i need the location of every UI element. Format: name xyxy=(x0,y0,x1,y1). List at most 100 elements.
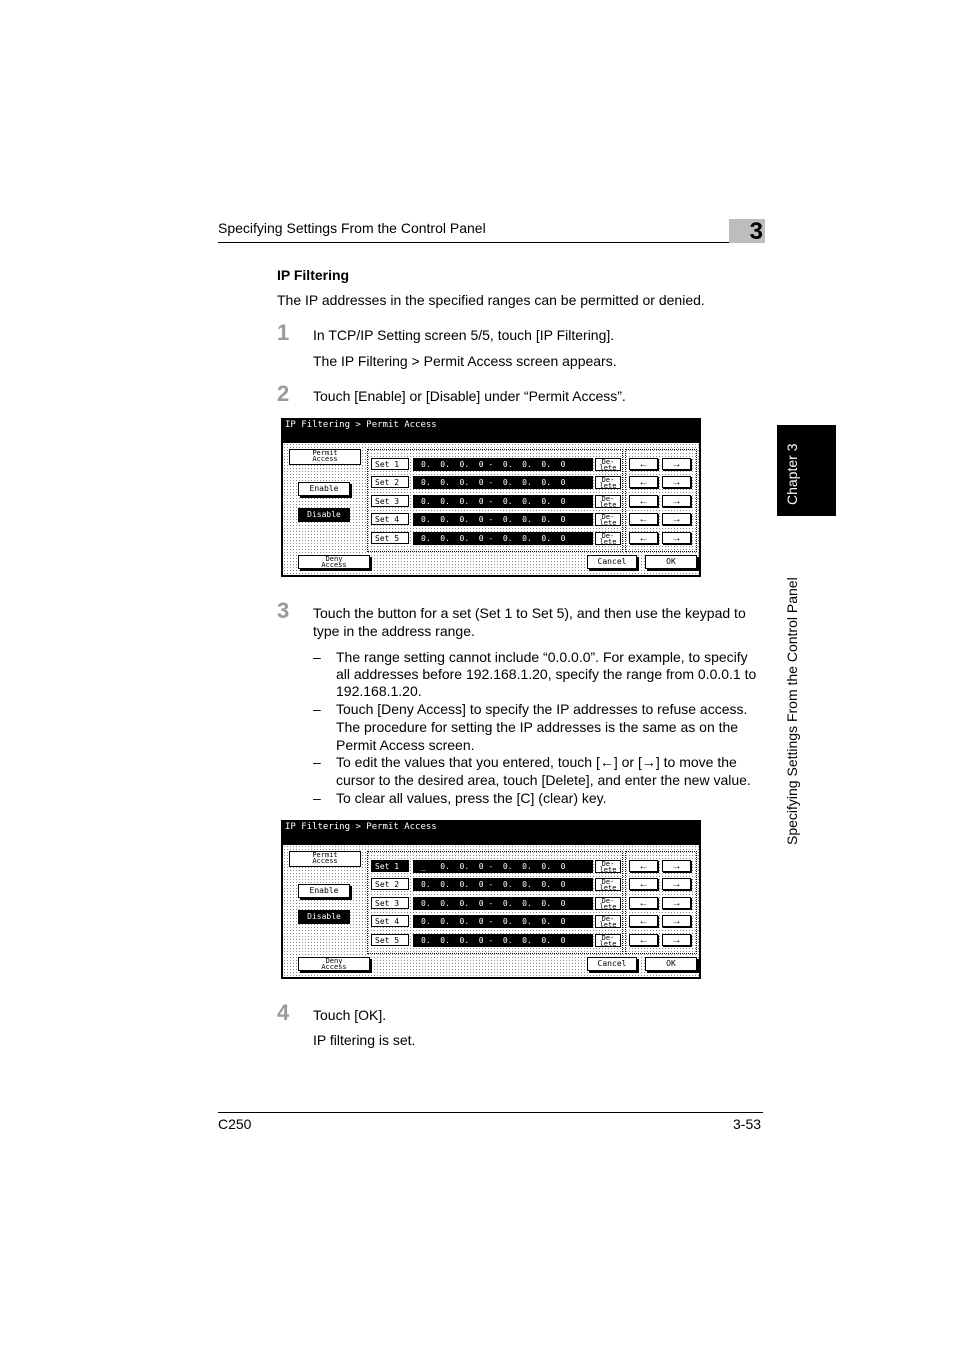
set-button[interactable]: Set 4 xyxy=(371,915,409,927)
arrow-pair: ← → xyxy=(629,934,691,947)
delete-button[interactable]: De-lete xyxy=(595,532,621,546)
arrow-pair: ← → xyxy=(629,532,691,545)
right-arrow-icon[interactable]: → xyxy=(662,495,691,507)
delete-l2: lete xyxy=(599,940,617,948)
set-button[interactable]: Set 3 xyxy=(371,495,409,507)
left-arrow-icon[interactable]: ← xyxy=(629,513,658,525)
step-text: Touch [Enable] or [Disable] under “Permi… xyxy=(313,388,626,404)
disable-button[interactable]: Disable xyxy=(298,910,350,924)
delete-button[interactable]: De-lete xyxy=(595,934,621,948)
cancel-button[interactable]: Cancel xyxy=(587,957,637,971)
address-range: 0. 0. 0. 0 - 0. 0. 0. 0 xyxy=(413,878,593,891)
left-arrow-icon[interactable]: ← xyxy=(629,458,658,470)
set-button[interactable]: Set 5 xyxy=(371,532,409,544)
delete-button[interactable]: De-lete xyxy=(595,476,621,490)
set-button[interactable]: Set 4 xyxy=(371,513,409,525)
address-range: 0. 0. 0. 0 - 0. 0. 0. 0 xyxy=(413,513,593,526)
deny-l2: Access xyxy=(321,561,347,569)
left-arrow-icon[interactable]: ← xyxy=(629,495,658,507)
right-arrow-icon[interactable]: → xyxy=(662,860,691,872)
step-result: IP filtering is set. xyxy=(313,1032,416,1048)
delete-button[interactable]: De-lete xyxy=(595,495,621,509)
running-header: Specifying Settings From the Control Pan… xyxy=(218,220,486,236)
left-arrow-icon[interactable]: ← xyxy=(629,878,658,890)
set-button[interactable]: Set 5 xyxy=(371,934,409,946)
delete-button[interactable]: De-lete xyxy=(595,878,621,892)
screen-panel: Permit Access Enable Disable Deny Access C… xyxy=(283,845,699,977)
bullet-text: The range setting cannot include “0.0.0.… xyxy=(336,649,748,665)
delete-button[interactable]: De-lete xyxy=(595,897,621,911)
bullet-text: Permit Access screen. xyxy=(336,737,475,753)
set-button[interactable]: Set 1 xyxy=(371,860,409,872)
address-range: 0. 0. 0. 0 - 0. 0. 0. 0 xyxy=(413,495,593,508)
bullet-text: The procedure for setting the IP address… xyxy=(336,719,739,735)
side-chapter-text: Chapter 3 xyxy=(784,443,800,505)
right-arrow-icon[interactable]: → xyxy=(662,897,691,909)
address-range: _ 0. 0. 0 - 0. 0. 0. 0 xyxy=(413,860,593,873)
left-arrow-icon[interactable]: ← xyxy=(629,532,658,544)
deny-access-button[interactable]: Deny Access xyxy=(298,555,370,569)
ok-button[interactable]: OK xyxy=(645,957,697,971)
set-button[interactable]: Set 3 xyxy=(371,897,409,909)
address-range: 0. 0. 0. 0 - 0. 0. 0. 0 xyxy=(413,532,593,545)
set-button[interactable]: Set 2 xyxy=(371,878,409,890)
delete-button[interactable]: De-lete xyxy=(595,513,621,527)
bullet-text: To clear all values, press the [C] (clea… xyxy=(336,790,607,806)
screen-title: IP Filtering > Permit Access xyxy=(285,822,437,832)
control-panel-screen: IP Filtering > Permit Access Permit Acces… xyxy=(281,418,701,577)
footer-rule xyxy=(218,1112,763,1113)
step-result: The IP Filtering > Permit Access screen … xyxy=(313,353,617,369)
step-number: 3 xyxy=(277,598,290,623)
set-row: Set 4 0. 0. 0. 0 - 0. 0. 0. 0 De-lete xyxy=(371,513,621,527)
permit-access-label: Permit Access xyxy=(289,449,361,465)
cancel-button[interactable]: Cancel xyxy=(587,555,637,569)
chapter-number: 3 xyxy=(749,218,763,245)
right-arrow-icon[interactable]: → xyxy=(662,532,691,544)
left-arrow-icon[interactable]: ← xyxy=(629,476,658,488)
set-row: Set 5 0. 0. 0. 0 - 0. 0. 0. 0 De-lete xyxy=(371,532,621,546)
step-text: Touch [OK]. xyxy=(313,1007,387,1023)
disable-button[interactable]: Disable xyxy=(298,508,350,522)
right-arrow-icon[interactable]: → xyxy=(662,458,691,470)
address-range: 0. 0. 0. 0 - 0. 0. 0. 0 xyxy=(413,934,593,947)
left-arrow-icon[interactable]: ← xyxy=(629,934,658,946)
enable-button[interactable]: Enable xyxy=(298,884,350,898)
left-arrow-icon[interactable]: ← xyxy=(629,897,658,909)
set-button[interactable]: Set 2 xyxy=(371,476,409,488)
set-row: Set 5 0. 0. 0. 0 - 0. 0. 0. 0 De-lete xyxy=(371,934,621,948)
footer-page-number: 3-53 xyxy=(733,1116,762,1132)
left-arrow-icon[interactable]: ← xyxy=(629,915,658,927)
bullet-text: cursor to the desired area, touch [Delet… xyxy=(336,772,751,788)
right-arrow-icon[interactable]: → xyxy=(662,476,691,488)
delete-l2: lete xyxy=(599,921,617,929)
set-button[interactable]: Set 1 xyxy=(371,458,409,470)
deny-l2: Access xyxy=(321,963,347,971)
delete-button[interactable]: De-lete xyxy=(595,458,621,472)
delete-l2: lete xyxy=(599,482,617,490)
delete-l2: lete xyxy=(599,519,617,527)
ok-button[interactable]: OK xyxy=(645,555,697,569)
address-range: 0. 0. 0. 0 - 0. 0. 0. 0 xyxy=(413,915,593,928)
bullet-dash: – xyxy=(313,701,321,717)
permit-label-l2: Access xyxy=(312,455,338,463)
right-arrow-icon[interactable]: → xyxy=(662,915,691,927)
bullet-text: 192.168.1.20. xyxy=(336,683,422,699)
deny-access-button[interactable]: Deny Access xyxy=(298,957,370,971)
delete-l2: lete xyxy=(599,501,617,509)
address-range: 0. 0. 0. 0 - 0. 0. 0. 0 xyxy=(413,476,593,489)
left-arrow-icon[interactable]: ← xyxy=(629,860,658,872)
arrow-pair: ← → xyxy=(629,476,691,489)
enable-button[interactable]: Enable xyxy=(298,482,350,496)
delete-button[interactable]: De-lete xyxy=(595,915,621,929)
set-row: Set 1 0. 0. 0. 0 - 0. 0. 0. 0 De-lete xyxy=(371,458,621,472)
delete-button[interactable]: De-lete xyxy=(595,860,621,874)
bullet-text: Touch [Deny Access] to specify the IP ad… xyxy=(336,701,748,717)
right-arrow-icon[interactable]: → xyxy=(662,878,691,890)
delete-l2: lete xyxy=(599,884,617,892)
right-arrow-icon[interactable]: → xyxy=(662,513,691,525)
right-arrow-icon[interactable]: → xyxy=(662,934,691,946)
bullet-dash: – xyxy=(313,649,321,665)
step-number: 4 xyxy=(277,1000,290,1025)
permit-label-l2: Access xyxy=(312,857,338,865)
permit-access-label: Permit Access xyxy=(289,851,361,867)
